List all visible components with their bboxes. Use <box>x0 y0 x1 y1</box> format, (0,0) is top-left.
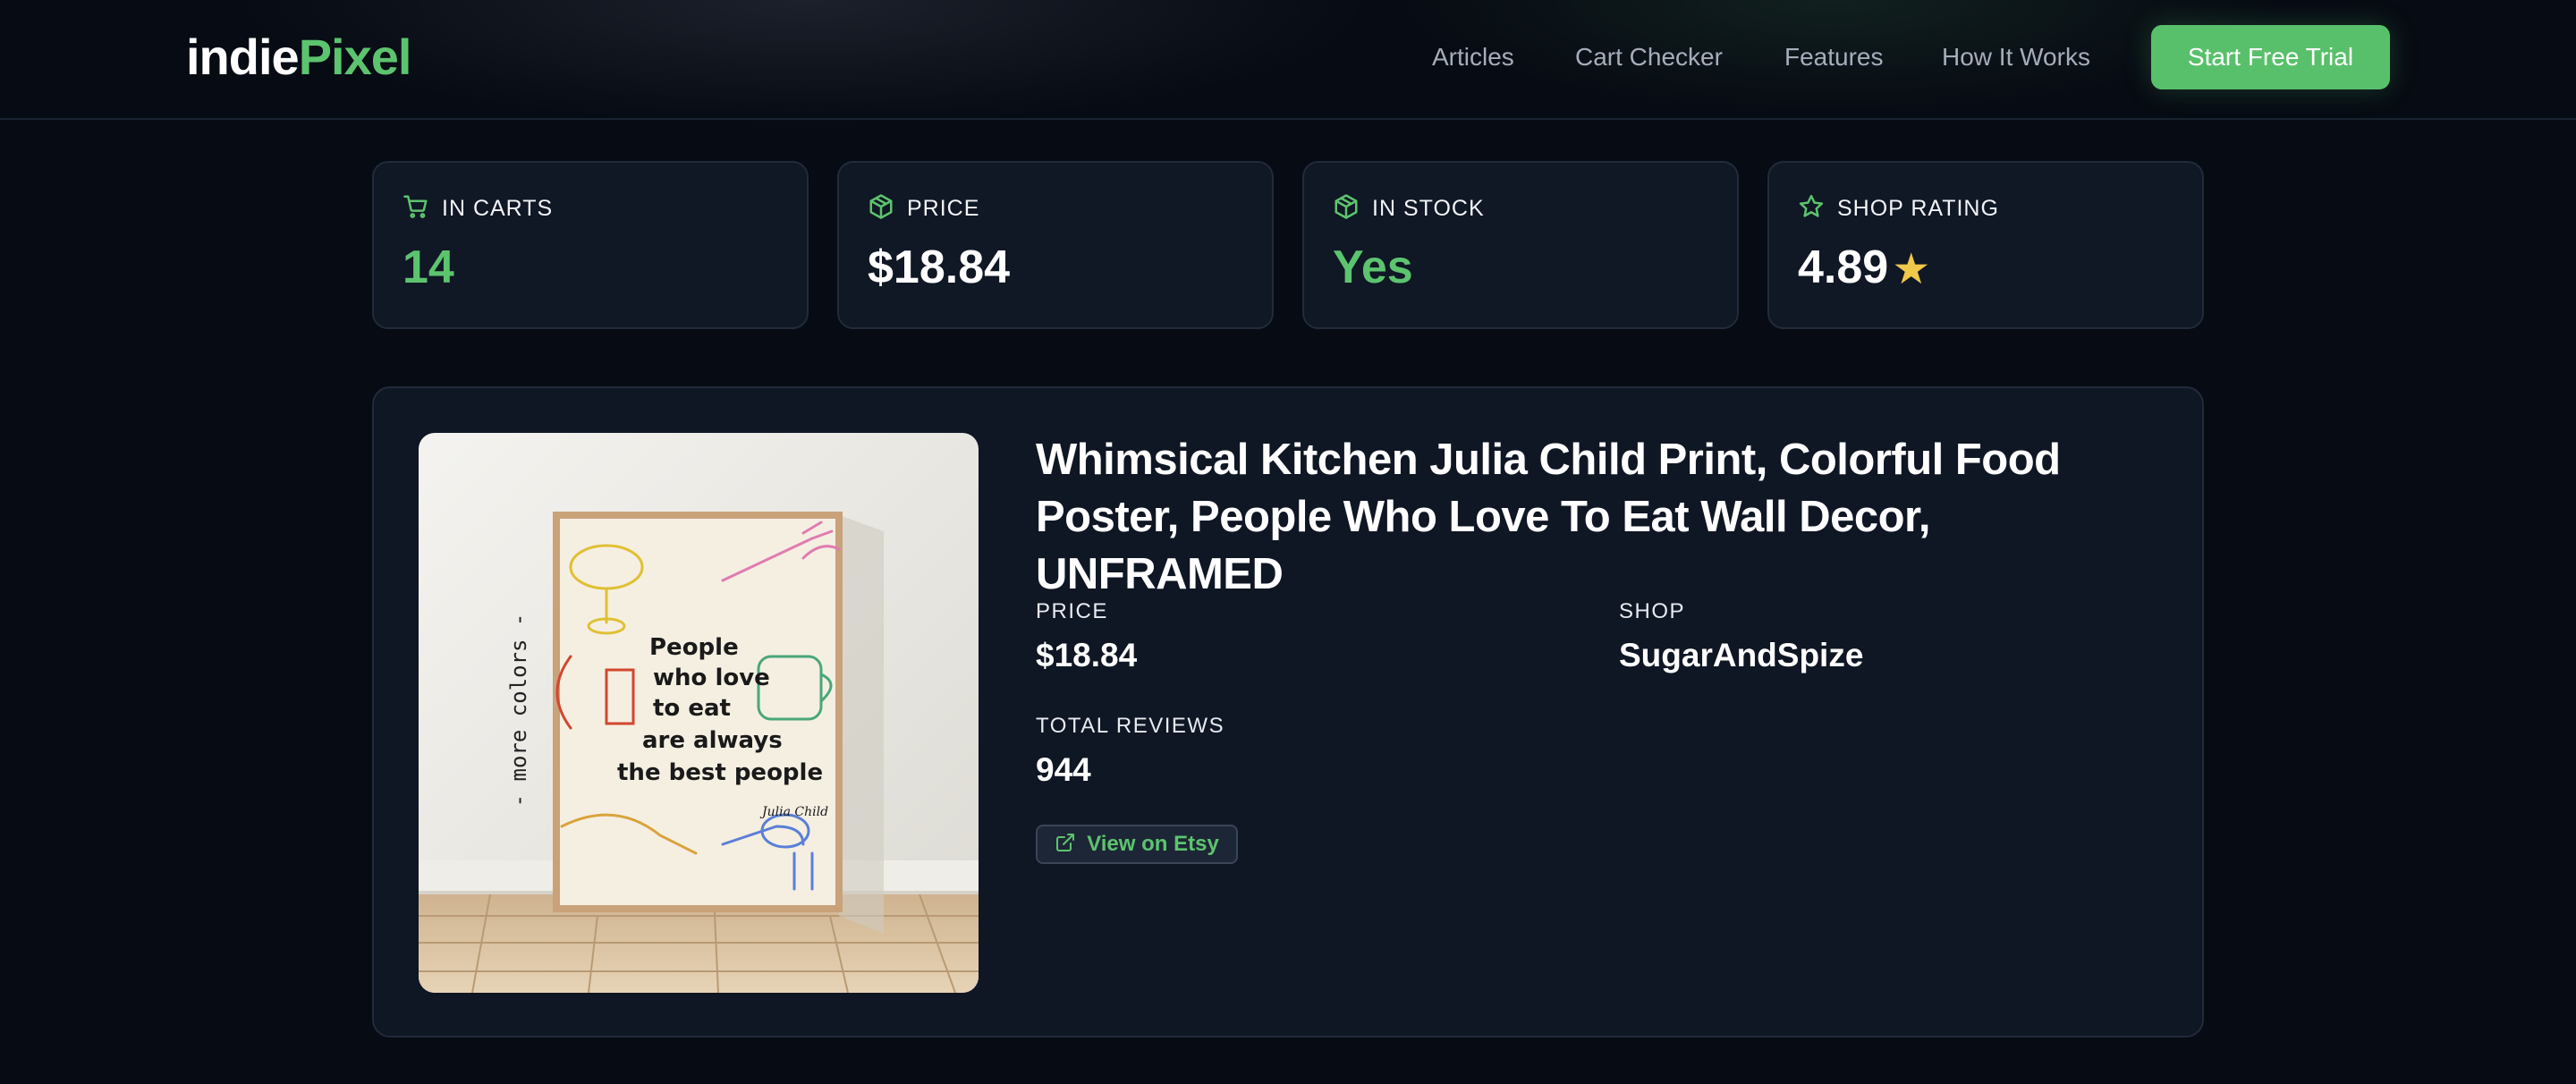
stat-card-in-carts: IN CARTS 14 <box>372 161 809 329</box>
logo[interactable]: indiePixel <box>186 27 411 88</box>
stat-card-price: PRICE $18.84 <box>837 161 1274 329</box>
start-free-trial-button[interactable]: Start Free Trial <box>2151 25 2390 89</box>
stat-card-shop-rating: SHOP RATING 4.89★ <box>1767 161 2204 329</box>
nav-link-features[interactable]: Features <box>1784 43 1884 72</box>
view-on-etsy-label: View on Etsy <box>1087 832 1219 856</box>
poster-line-4: are always <box>642 727 783 754</box>
logo-part-indie: indie <box>186 29 300 85</box>
view-on-etsy-button[interactable]: View on Etsy <box>1036 825 1238 864</box>
price-label: PRICE <box>1036 599 1108 623</box>
logo-part-pixel: Pixel <box>298 29 412 85</box>
nav-link-articles[interactable]: Articles <box>1432 43 1514 72</box>
stat-value-in-carts: 14 <box>402 241 454 293</box>
poster-signature: Julia Child <box>759 805 828 819</box>
external-link-icon <box>1055 832 1076 858</box>
box-icon <box>868 193 894 224</box>
stat-value-in-stock: Yes <box>1333 241 1413 293</box>
stat-value-price: $18.84 <box>868 241 1011 293</box>
rating-number: 4.89 <box>1798 241 1889 293</box>
total-reviews-label: TOTAL REVIEWS <box>1036 714 1225 738</box>
product-image[interactable]: - more colors - People who love to eat a… <box>419 433 979 993</box>
price-value: $18.84 <box>1036 637 1138 673</box>
poster-line-5: the best people <box>617 759 823 786</box>
poster-line-3: to eat <box>653 695 731 722</box>
poster-line-1: People <box>649 634 739 661</box>
stat-label: PRICE <box>907 196 980 221</box>
stat-card-in-stock: IN STOCK Yes <box>1302 161 1739 329</box>
stat-value-shop-rating: 4.89★ <box>1798 236 1930 301</box>
stat-label: IN CARTS <box>442 196 554 221</box>
product-title: Whimsical Kitchen Julia Child Print, Col… <box>1036 436 2061 598</box>
cart-icon <box>402 193 429 224</box>
stat-label: SHOP RATING <box>1837 196 1999 221</box>
star-icon: ★ <box>1892 246 1931 294</box>
nav-link-cart-checker[interactable]: Cart Checker <box>1575 43 1723 72</box>
shop-label: SHOP <box>1619 599 1686 623</box>
top-navigation: indiePixel Articles Cart Checker Feature… <box>0 0 2576 120</box>
nav-link-how-it-works[interactable]: How It Works <box>1942 43 2090 72</box>
poster-line-2: who love <box>653 665 770 691</box>
total-reviews-value: 944 <box>1036 751 1091 788</box>
box-icon <box>1333 193 1360 224</box>
star-outline-icon <box>1798 193 1825 224</box>
product-card: - more colors - People who love to eat a… <box>372 386 2204 1037</box>
shop-value: SugarAndSpize <box>1619 637 1864 673</box>
stat-label: IN STOCK <box>1372 196 1485 221</box>
image-side-text: - more colors - <box>506 614 531 808</box>
